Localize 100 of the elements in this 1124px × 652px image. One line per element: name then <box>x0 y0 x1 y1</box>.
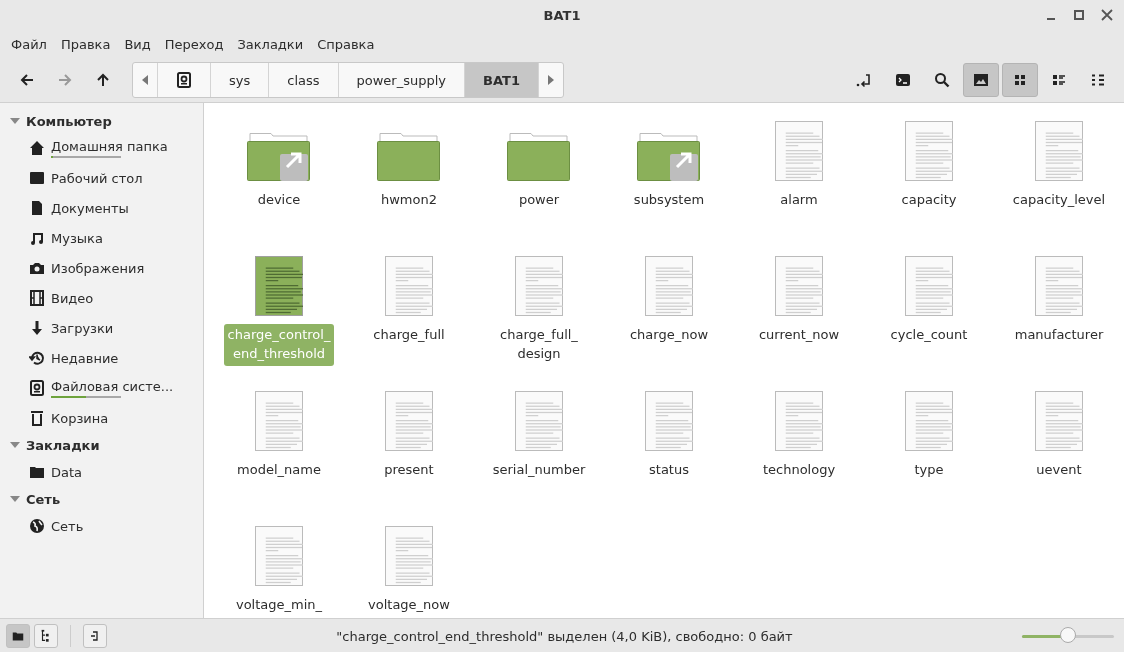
file-name: technology <box>761 461 837 479</box>
desktop-icon <box>29 170 45 186</box>
sidebar-item[interactable]: Корзина <box>0 403 203 433</box>
file-name: uevent <box>1035 461 1083 479</box>
text-file-icon <box>385 391 433 451</box>
drive-icon <box>176 72 192 88</box>
file-name: charge_full_ design <box>499 326 579 363</box>
search-icon <box>934 72 950 88</box>
file-name: capacity <box>900 191 958 209</box>
forward-arrow-icon <box>57 72 73 88</box>
path-button[interactable]: sys <box>211 63 270 97</box>
file-name: model_name <box>236 461 322 479</box>
file-name: power <box>517 191 561 209</box>
file-name: alarm <box>779 191 819 209</box>
file-item[interactable]: capacity_level <box>994 117 1124 252</box>
hide-sidebar-button[interactable] <box>83 624 107 648</box>
file-item[interactable]: serial_number <box>474 387 604 522</box>
sidebar-item[interactable]: Недавние <box>0 343 203 373</box>
file-name: type <box>913 461 945 479</box>
text-file-icon <box>255 256 303 316</box>
slider-thumb[interactable] <box>1060 627 1076 643</box>
file-name: hwmon2 <box>380 191 438 209</box>
trash-icon <box>29 410 45 426</box>
file-item[interactable]: status <box>604 387 734 522</box>
file-item[interactable]: charge_full_ design <box>474 252 604 387</box>
text-file-icon <box>645 391 693 451</box>
sidebar-item[interactable]: Музыка <box>0 223 203 253</box>
sidebar-toggle-button[interactable] <box>6 624 30 648</box>
text-file-icon <box>775 256 823 316</box>
path-button[interactable]: class <box>269 63 339 97</box>
file-name: cycle_count <box>889 326 969 344</box>
file-item[interactable]: charge_now <box>604 252 734 387</box>
file-item[interactable]: device <box>214 117 344 252</box>
path-button[interactable]: BAT1 <box>465 63 539 97</box>
window-title: BAT1 <box>543 7 581 23</box>
file-item[interactable]: current_now <box>734 252 864 387</box>
right-triangle-icon <box>547 75 554 85</box>
text-file-icon <box>1035 121 1083 181</box>
folder-icon <box>29 464 45 480</box>
menu-item[interactable]: Закладки <box>230 36 311 52</box>
text-file-icon <box>905 121 953 181</box>
file-item[interactable]: alarm <box>734 117 864 252</box>
file-name: manufacturer <box>1013 326 1105 344</box>
sidebar-item[interactable]: Файловая систе... <box>0 373 203 403</box>
status-text: "charge_control_end_threshold" выделен (4,0 KiB), свободно: 0 байт <box>335 628 794 644</box>
film-icon <box>29 290 45 306</box>
sidebar-item[interactable]: Сеть <box>0 511 203 541</box>
history-icon <box>29 350 45 366</box>
file-item[interactable]: manufacturer <box>994 252 1124 387</box>
file-item[interactable]: technology <box>734 387 864 522</box>
file-item[interactable]: hwmon2 <box>344 117 474 252</box>
file-item[interactable]: cycle_count <box>864 252 994 387</box>
menu-item[interactable]: Вид <box>117 36 158 52</box>
file-item[interactable]: present <box>344 387 474 522</box>
return-arrow-icon <box>856 72 872 88</box>
file-item[interactable]: charge_full <box>344 252 474 387</box>
file-item[interactable]: type <box>864 387 994 522</box>
sidebar-section[interactable]: Сеть <box>0 487 203 511</box>
file-name: voltage_now <box>367 596 451 614</box>
sidebar-section[interactable]: Закладки <box>0 433 203 457</box>
image-icon <box>973 72 989 88</box>
close-icon <box>1101 9 1113 21</box>
menu-item[interactable]: Справка <box>310 36 382 52</box>
file-item[interactable]: subsystem <box>604 117 734 252</box>
sidebar-item[interactable]: Документы <box>0 193 203 223</box>
menu-item[interactable]: Переход <box>157 36 231 52</box>
file-name: subsystem <box>632 191 706 209</box>
file-item[interactable]: uevent <box>994 387 1124 522</box>
back-arrow-icon <box>19 72 35 88</box>
toolbar-button[interactable] <box>963 63 999 97</box>
file-item[interactable]: power <box>474 117 604 252</box>
expander-icon <box>10 116 20 126</box>
sidebar-item[interactable]: Изображения <box>0 253 203 283</box>
toolbar-button[interactable] <box>1002 63 1038 97</box>
file-item[interactable]: model_name <box>214 387 344 522</box>
file-name: charge_now <box>628 326 709 344</box>
file-name: capacity_level <box>1011 191 1107 209</box>
sidebar-toggle-button[interactable] <box>34 624 58 648</box>
file-name: current_now <box>757 326 841 344</box>
text-file-icon <box>905 391 953 451</box>
sidebar-item[interactable]: Рабочий стол <box>0 163 203 193</box>
expander-icon <box>10 494 20 504</box>
text-file-icon <box>255 391 303 451</box>
sidebar-item[interactable]: Загрузки <box>0 313 203 343</box>
menu-item[interactable]: Правка <box>53 36 118 52</box>
file-item[interactable]: capacity <box>864 117 994 252</box>
file-item[interactable]: voltage_min_ <box>214 522 344 618</box>
sidebar-item[interactable]: Data <box>0 457 203 487</box>
sidebar-section[interactable]: Компьютер <box>0 109 203 133</box>
menu-item[interactable]: Файл <box>4 36 54 52</box>
file-name: device <box>256 191 302 209</box>
text-file-icon <box>775 391 823 451</box>
terminal-icon <box>895 72 911 88</box>
sidebar-item[interactable]: Домашняя папка <box>0 133 203 163</box>
file-item[interactable]: voltage_now <box>344 522 474 618</box>
file-name: status <box>648 461 690 479</box>
zoom-slider[interactable] <box>1022 627 1114 645</box>
sidebar-item[interactable]: Видео <box>0 283 203 313</box>
music-note-icon <box>29 230 45 246</box>
text-file-icon <box>385 256 433 316</box>
